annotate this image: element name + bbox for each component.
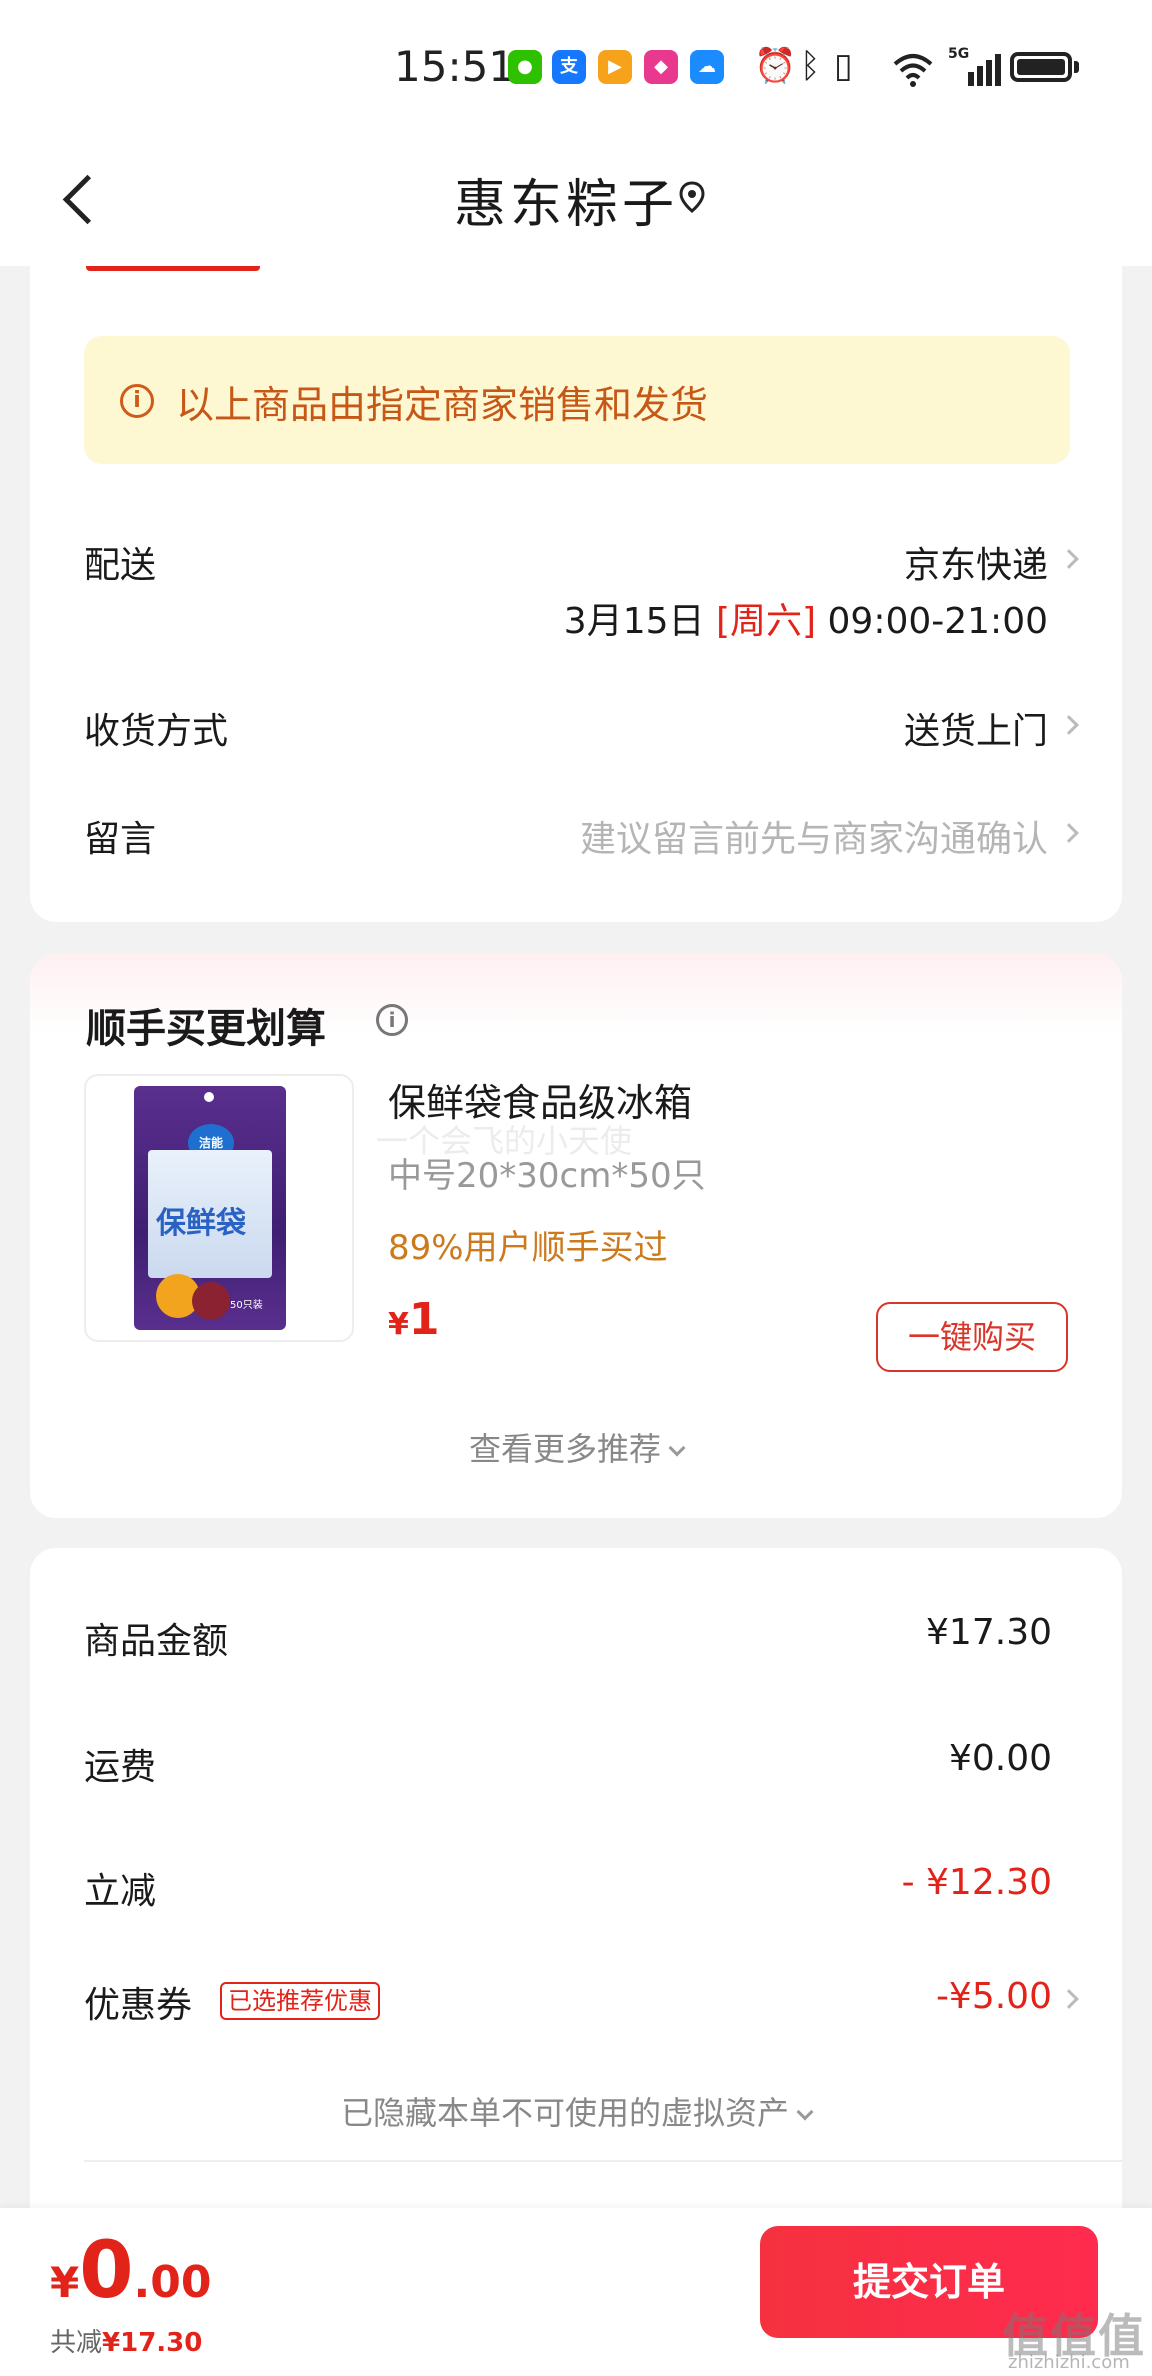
video-app-icon: ▶ — [598, 50, 632, 84]
fruit-graphic — [192, 1282, 230, 1320]
delivery-date: 3月15日 — [563, 601, 705, 642]
page-title: 惠东粽子 — [453, 175, 678, 235]
scroll-remnant-button — [86, 266, 260, 271]
discount-value: - ¥12.30 — [901, 1862, 1052, 1903]
more-recommend-label: 查看更多推荐 — [468, 1430, 661, 1468]
chevron-down-icon — [668, 1439, 686, 1457]
info-icon[interactable]: i — [376, 1004, 408, 1036]
total-price: ¥0.00 — [50, 2226, 211, 2316]
bag-title: 保鲜袋 — [156, 1206, 246, 1241]
alipay-icon: 支 — [552, 50, 586, 84]
notice-text: 以上商品由指定商家销售和发货 — [176, 383, 709, 427]
more-recommend-button[interactable]: 查看更多推荐 — [30, 1424, 1122, 1470]
total-currency: ¥ — [50, 2258, 80, 2307]
wifi-icon — [893, 54, 933, 87]
message-input[interactable]: 建议留言前先与商家沟通确认 — [580, 810, 1048, 862]
social-proof: 89%用户顺手买过 — [388, 1228, 668, 1268]
chevron-right-icon[interactable] — [1059, 823, 1079, 843]
saved-label: 共减 — [50, 2328, 103, 2358]
price-amount: 1 — [408, 1294, 440, 1345]
shopping-app-icon: ◆ — [644, 50, 678, 84]
one-click-buy-button[interactable]: 一键购买 — [876, 1302, 1068, 1372]
hidden-assets-label: 已隐藏本单不可使用的虚拟资产 — [340, 2094, 789, 2132]
location-pin-icon[interactable] — [678, 180, 706, 214]
receive-method-label: 收货方式 — [84, 711, 229, 752]
saved-amount: ¥17.30 — [102, 2328, 203, 2358]
discount-label: 立减 — [84, 1871, 157, 1912]
cloud-app-icon: ☁ — [690, 50, 724, 84]
recommend-title: 顺手买更划算 — [86, 1006, 326, 1052]
checkout-bar: ¥0.00 共减¥17.30 提交订单 — [0, 2208, 1152, 2376]
message-label: 留言 — [84, 819, 157, 860]
receive-method-value[interactable]: 送货上门 — [904, 702, 1048, 754]
chevron-right-icon[interactable] — [1059, 715, 1079, 735]
divider — [84, 2160, 1122, 2162]
status-bar: 15:51 ● 支 ▶ ◆ ☁ ⏰ ᛒ ▯ 5G — [0, 0, 1152, 130]
bag-spec: 50只装 — [230, 1300, 263, 1311]
signal-icon — [948, 50, 1001, 86]
bag-hole — [204, 1092, 214, 1102]
info-icon: i — [120, 384, 154, 418]
delivery-time[interactable]: 3月15日 [周六] 09:00-21:00 — [564, 592, 1048, 644]
price-currency: ¥ — [388, 1307, 409, 1342]
product-image[interactable]: 洁能 保鲜袋 50只装 — [84, 1074, 354, 1342]
total-saved: 共减¥17.30 — [50, 2322, 202, 2359]
bag-package-icon: 洁能 保鲜袋 50只装 — [134, 1086, 286, 1330]
coupon-value[interactable]: -¥5.00 — [936, 1976, 1052, 2017]
page-header: 惠东粽子 — [0, 130, 1152, 266]
chevron-down-icon — [796, 2103, 814, 2121]
goods-amount-value: ¥17.30 — [926, 1612, 1052, 1653]
shipping-value: ¥0.00 — [948, 1738, 1052, 1779]
product-spec: 中号20*30cm*50只 — [388, 1156, 706, 1196]
product-price: ¥1 — [388, 1294, 440, 1345]
site-watermark-url: zhizhizhi.com — [1008, 2352, 1130, 2373]
seller-notice: i 以上商品由指定商家销售和发货 — [84, 336, 1070, 464]
goods-amount-label: 商品金额 — [84, 1621, 229, 1662]
delivery-carrier[interactable]: 京东快递 — [904, 536, 1048, 588]
battery-icon — [1010, 52, 1072, 82]
hidden-assets-toggle[interactable]: 已隐藏本单不可使用的虚拟资产 — [30, 2088, 1122, 2134]
price-summary-card: 商品金额 ¥17.30 运费 ¥0.00 立减 - ¥12.30 优惠券 已选推… — [30, 1548, 1122, 2208]
total-decimal: .00 — [133, 2257, 212, 2308]
chevron-right-icon[interactable] — [1059, 1989, 1079, 2009]
alarm-icon: ⏰ — [754, 46, 797, 86]
chevron-right-icon[interactable] — [1059, 549, 1079, 569]
delivery-weekday: [周六] — [715, 601, 817, 642]
delivery-label: 配送 — [84, 545, 157, 586]
recommend-card: 顺手买更划算 i 洁能 保鲜袋 50只装 保鲜袋食品级冰箱 一个会飞的小天使 中… — [30, 954, 1122, 1518]
status-time: 15:51 — [394, 42, 516, 91]
coupon-badge: 已选推荐优惠 — [220, 1982, 380, 2020]
bluetooth-icon: ᛒ — [800, 46, 821, 86]
wechat-icon: ● — [508, 50, 542, 84]
total-integer: 0 — [79, 2226, 134, 2316]
coupon-label[interactable]: 优惠券 — [84, 1976, 192, 2028]
delivery-window: 09:00-21:00 — [827, 601, 1048, 642]
vibrate-icon: ▯ — [834, 46, 853, 86]
shipping-label: 运费 — [84, 1747, 157, 1788]
delivery-card: i 以上商品由指定商家销售和发货 配送 京东快递 3月15日 [周六] 09:0… — [30, 266, 1122, 922]
battery-tip — [1074, 61, 1079, 73]
